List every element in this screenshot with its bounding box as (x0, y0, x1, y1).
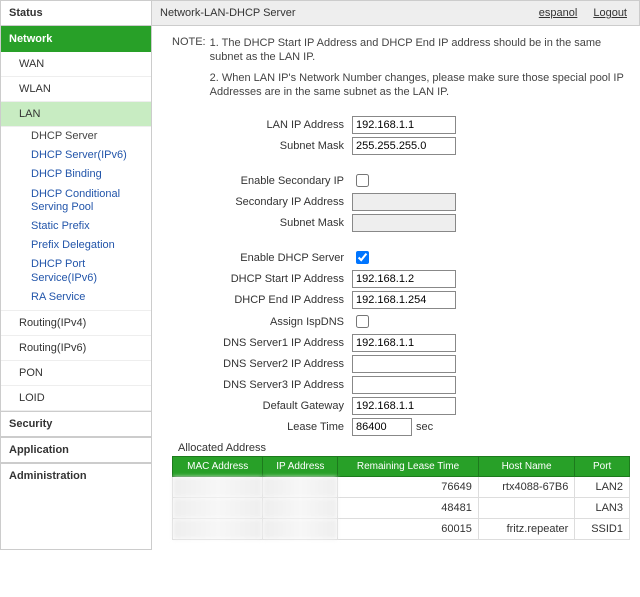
main-panel: Network-LAN-DHCP Server espanol Logout N… (152, 0, 640, 550)
lan-ip-label: LAN IP Address (172, 119, 352, 131)
topbar: Network-LAN-DHCP Server espanol Logout (152, 0, 640, 26)
dns3-label: DNS Server3 IP Address (172, 379, 352, 391)
cell-ip: xx (263, 477, 338, 498)
th-remaining: Remaining Lease Time (338, 457, 479, 477)
cell-port: LAN2 (575, 477, 630, 498)
dns2-input[interactable] (352, 355, 456, 373)
secondary-ip-input[interactable] (352, 193, 456, 211)
lease-unit: sec (412, 421, 433, 433)
sidebar-item-loid[interactable]: LOID (1, 386, 151, 411)
note-label: NOTE: (172, 36, 206, 105)
sidebar-sub-dhcp-server-ipv6[interactable]: DHCP Server(IPv6) (1, 146, 151, 165)
cell-mac: xx (173, 477, 263, 498)
th-mac: MAC Address (173, 457, 263, 477)
cell-ip: xx (263, 498, 338, 519)
sidebar-sub-prefix-delegation[interactable]: Prefix Delegation (1, 236, 151, 255)
assign-ispdns-checkbox[interactable] (356, 315, 369, 328)
assign-ispdns-label: Assign IspDNS (172, 316, 352, 328)
cell-port: SSID1 (575, 519, 630, 540)
cell-remaining: 60015 (338, 519, 479, 540)
cell-mac: xx (173, 519, 263, 540)
enable-dhcp-label: Enable DHCP Server (172, 252, 352, 264)
th-host: Host Name (478, 457, 574, 477)
lease-label: Lease Time (172, 421, 352, 433)
dhcp-end-label: DHCP End IP Address (172, 294, 352, 306)
sidebar-sub-static-prefix[interactable]: Static Prefix (1, 217, 151, 236)
sidebar-item-wlan[interactable]: WLAN (1, 77, 151, 102)
cell-remaining: 48481 (338, 498, 479, 519)
gateway-label: Default Gateway (172, 400, 352, 412)
breadcrumb: Network-LAN-DHCP Server (160, 7, 523, 19)
sidebar-sub-dhcp-port-service[interactable]: DHCP Port Service(IPv6) (1, 255, 151, 287)
cell-host: fritz.repeater (478, 519, 574, 540)
dhcp-start-label: DHCP Start IP Address (172, 273, 352, 285)
dhcp-end-input[interactable] (352, 291, 456, 309)
enable-secondary-checkbox[interactable] (356, 174, 369, 187)
sidebar-item-wan[interactable]: WAN (1, 52, 151, 77)
cell-mac: xx (173, 498, 263, 519)
sidebar-head-security[interactable]: Security (1, 411, 151, 437)
sidebar-head-network[interactable]: Network (1, 26, 151, 52)
dns1-input[interactable] (352, 334, 456, 352)
dns3-input[interactable] (352, 376, 456, 394)
sidebar-sub-ra-service[interactable]: RA Service (1, 288, 151, 311)
note-line-1: 1. The DHCP Start IP Address and DHCP En… (210, 36, 630, 65)
sidebar-sub-dhcp-server[interactable]: DHCP Server (1, 127, 151, 146)
sidebar-head-administration[interactable]: Administration (1, 463, 151, 488)
secondary-ip-label: Secondary IP Address (172, 196, 352, 208)
logout-link[interactable]: Logout (593, 7, 627, 19)
sidebar-item-routing-ipv6[interactable]: Routing(IPv6) (1, 336, 151, 361)
sidebar-head-status[interactable]: Status (1, 0, 151, 26)
secondary-subnet-input[interactable] (352, 214, 456, 232)
dns1-label: DNS Server1 IP Address (172, 337, 352, 349)
secondary-subnet-label: Subnet Mask (172, 217, 352, 229)
cell-host: rtx4088-67B6 (478, 477, 574, 498)
dhcp-start-input[interactable] (352, 270, 456, 288)
enable-dhcp-checkbox[interactable] (356, 251, 369, 264)
note-block: NOTE: 1. The DHCP Start IP Address and D… (172, 36, 630, 113)
allocated-table: MAC Address IP Address Remaining Lease T… (172, 456, 630, 540)
cell-host (478, 498, 574, 519)
sidebar-item-pon[interactable]: PON (1, 361, 151, 386)
sidebar-item-routing-ipv4[interactable]: Routing(IPv4) (1, 311, 151, 336)
table-row: xxxx48481LAN3 (173, 498, 630, 519)
sidebar: Status Network WAN WLAN LAN DHCP Server … (0, 0, 152, 550)
language-link[interactable]: espanol (539, 7, 578, 19)
sidebar-sub-dhcp-binding[interactable]: DHCP Binding (1, 165, 151, 184)
lease-input[interactable] (352, 418, 412, 436)
sidebar-item-lan[interactable]: LAN (1, 102, 151, 127)
cell-port: LAN3 (575, 498, 630, 519)
sidebar-head-application[interactable]: Application (1, 437, 151, 463)
cell-ip: xx (263, 519, 338, 540)
cell-remaining: 76649 (338, 477, 479, 498)
lan-ip-input[interactable] (352, 116, 456, 134)
table-row: xxxx60015fritz.repeaterSSID1 (173, 519, 630, 540)
subnet-input[interactable] (352, 137, 456, 155)
note-line-2: 2. When LAN IP's Network Number changes,… (210, 71, 630, 100)
sidebar-sub-conditional-pool[interactable]: DHCP Conditional Serving Pool (1, 185, 151, 217)
dns2-label: DNS Server2 IP Address (172, 358, 352, 370)
table-row: xxxx76649rtx4088-67B6LAN2 (173, 477, 630, 498)
th-port: Port (575, 457, 630, 477)
allocated-title: Allocated Address (178, 442, 630, 454)
enable-secondary-label: Enable Secondary IP (172, 175, 352, 187)
th-ip: IP Address (263, 457, 338, 477)
gateway-input[interactable] (352, 397, 456, 415)
subnet-label: Subnet Mask (172, 140, 352, 152)
